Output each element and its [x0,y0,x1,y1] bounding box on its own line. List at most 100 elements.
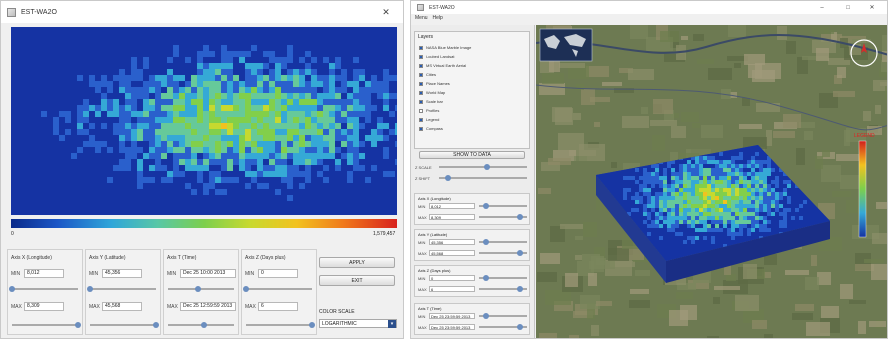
color-scale-select[interactable]: LOGARITHMIC ▾ [319,319,397,328]
min-input[interactable]: 0 [429,275,475,281]
globe-view[interactable]: LEGEND [536,25,887,338]
slider-thumb[interactable] [75,322,81,328]
max-input[interactable]: Dec 25 23:59:59 2013 [429,324,475,330]
axis-t-min-slider[interactable] [168,286,234,292]
block-heat-cell [631,192,635,196]
min-input[interactable]: 45,356 [429,239,475,245]
axis-y-min-slider[interactable] [87,286,156,292]
heatmap-cell [41,207,47,213]
slider-thumb[interactable] [201,322,208,328]
max-slider[interactable] [479,286,527,292]
window-titlebar: EST-WA2O – □ ✕ [411,1,887,14]
axis-t-max-slider[interactable] [168,322,234,328]
max-slider[interactable] [479,324,527,330]
min-input[interactable]: Dec 25 23:59:59 2013 [429,313,475,319]
axis-y-max-slider[interactable] [90,322,159,328]
heatmap-cell [17,117,23,123]
min-slider[interactable] [479,275,527,281]
checkbox-icon[interactable] [419,81,423,86]
slider-thumb[interactable] [309,322,315,328]
heatmap-cell [311,57,317,63]
heatmap-cell [353,171,359,177]
block-heat-cell [683,220,687,224]
axis-x-max-input[interactable]: 8,309 [24,302,64,311]
slider-thumb[interactable] [483,313,490,319]
slider-thumb[interactable] [444,175,451,181]
close-icon[interactable]: ✕ [859,1,885,14]
axis-z-min-slider[interactable] [243,286,312,292]
max-slider[interactable] [479,214,527,220]
slider-thumb[interactable] [516,286,523,292]
z-scale-slider[interactable] [439,164,527,170]
checkbox-icon[interactable] [419,108,423,113]
heatmap-cell [347,33,353,39]
layer-item[interactable]: Place Names [419,80,450,87]
show-to-data-button[interactable]: SHOW TO DATA [419,151,525,159]
layer-item[interactable]: Compass [419,125,443,132]
checkbox-icon[interactable] [419,45,423,50]
layer-item[interactable]: World Map [419,89,445,96]
axis-z-max-input[interactable]: 6 [258,302,298,311]
minimize-icon[interactable]: – [809,1,835,14]
heatmap-cell [329,57,335,63]
heatmap-cell [275,69,281,75]
axis-y-max-input[interactable]: 45,568 [102,302,142,311]
slider-thumb[interactable] [194,286,201,292]
slider-thumb[interactable] [483,203,490,209]
slider-thumb[interactable] [516,324,523,330]
axis-z-min-input[interactable]: 0 [258,269,298,278]
layer-item[interactable]: MS Virtual Earth Aerial [419,62,466,69]
slider-thumb[interactable] [516,214,523,220]
axis-x-max-slider[interactable] [12,322,81,328]
checkbox-icon[interactable] [419,126,423,131]
slider-thumb[interactable] [516,250,523,256]
axis-x-min-slider[interactable] [9,286,78,292]
dropdown-arrow-icon[interactable]: ▾ [388,320,396,328]
checkbox-icon[interactable] [419,99,423,104]
heatmap-cell [47,147,53,153]
slider-thumb[interactable] [9,286,15,292]
z-shift-slider[interactable] [439,175,527,181]
slider-thumb[interactable] [484,164,491,170]
apply-button[interactable]: APPLY [319,257,395,268]
heatmap-cell [389,171,395,177]
maximize-icon[interactable]: □ [835,1,861,14]
slider-thumb[interactable] [483,239,490,245]
heatmap-cell [341,165,347,171]
layer-item[interactable]: Legend [419,116,439,123]
layer-item[interactable]: NASA Blue Marble Image [419,44,471,51]
axis-z-max-slider[interactable] [246,322,315,328]
min-input[interactable]: 8,012 [429,203,475,209]
axis-t-min-input[interactable]: Dec 25 10:00 2013 [180,269,236,278]
axis-y-min-input[interactable]: 45,356 [102,269,142,278]
layer-item[interactable]: i-cubed Landsat [419,53,454,60]
slider-thumb[interactable] [483,275,490,281]
layer-item[interactable]: Scale bar [419,98,443,105]
heatmap-view[interactable] [11,27,397,215]
layer-item[interactable]: Cities [419,71,436,78]
layer-item[interactable]: Profiles [419,107,439,114]
checkbox-icon[interactable] [419,90,423,95]
max-input[interactable]: 6 [429,286,475,292]
exit-button[interactable]: EXIT [319,275,395,286]
checkbox-icon[interactable] [419,63,423,68]
menu-menu[interactable]: Menu [415,15,428,24]
axis-t-max-input[interactable]: Dec 25 12:59:59 2013 [180,302,236,311]
menu-help[interactable]: Help [433,15,443,24]
checkbox-icon[interactable] [419,117,423,122]
min-slider[interactable] [479,203,527,209]
max-input[interactable]: 8,309 [429,214,475,220]
axis-x-min-input[interactable]: 8,012 [24,269,64,278]
slider-thumb[interactable] [87,286,93,292]
checkbox-icon[interactable] [419,72,423,77]
close-icon[interactable]: ✕ [373,1,399,23]
heatmap-cell [161,141,167,147]
max-input[interactable]: 45,568 [429,250,475,256]
heatmap-cell [29,165,35,171]
slider-thumb[interactable] [243,286,249,292]
min-slider[interactable] [479,313,527,319]
max-slider[interactable] [479,250,527,256]
checkbox-icon[interactable] [419,54,423,59]
slider-thumb[interactable] [153,322,159,328]
min-slider[interactable] [479,239,527,245]
